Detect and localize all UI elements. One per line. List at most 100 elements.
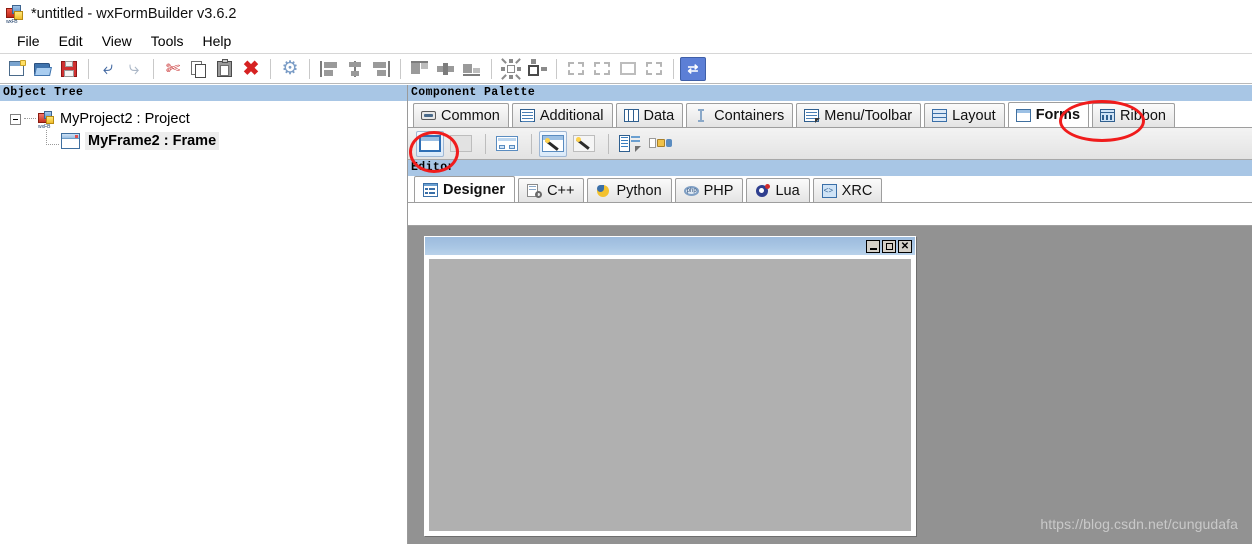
align-bottom-button[interactable] — [459, 56, 485, 82]
generate-code-button[interactable]: ⚙ — [277, 56, 303, 82]
expand-button[interactable] — [498, 56, 524, 82]
wxformbuilder-icon: wxFB — [6, 5, 24, 25]
close-button[interactable]: ✕ — [898, 239, 912, 253]
tree-connector — [24, 118, 36, 120]
undo-button[interactable]: ⤶ — [95, 56, 121, 82]
tree-node-label: MyFrame2 : Frame — [85, 132, 220, 150]
align-center-v-button[interactable] — [433, 56, 459, 82]
python-icon — [596, 184, 611, 198]
align-right-icon — [372, 60, 390, 77]
palette-tab-additional[interactable]: Additional — [511, 103, 613, 127]
tree-connector — [46, 129, 59, 145]
editor-tab-php[interactable]: php PHP — [674, 178, 744, 202]
palette-tab-label: Additional — [539, 107, 604, 124]
menu-item-edit[interactable]: Edit — [50, 31, 93, 51]
tree-node-project[interactable]: wxFB MyProject2 : Project — [0, 108, 407, 130]
palette-tab-label: Ribbon — [1120, 107, 1166, 124]
menu-item-help[interactable]: Help — [193, 31, 241, 51]
stretch-button[interactable] — [524, 56, 550, 82]
form-preview-window[interactable]: ✕ — [424, 236, 916, 536]
border-top-button[interactable] — [615, 56, 641, 82]
undo-arrow-icon: ⤶ — [102, 58, 114, 79]
list-icon — [519, 109, 535, 122]
palette-item-wx-dialog[interactable] — [493, 131, 521, 157]
object-tree-caption: Object Tree — [0, 85, 407, 101]
border-right-button[interactable] — [589, 56, 615, 82]
lua-icon — [755, 183, 771, 198]
open-project-button[interactable] — [30, 56, 56, 82]
align-left-icon — [320, 60, 338, 77]
align-center-h-button[interactable] — [342, 56, 368, 82]
align-bottom-icon — [463, 61, 481, 77]
toggle-orientation-button[interactable]: ⇄ — [680, 56, 706, 81]
palette-tab-data[interactable]: Data — [615, 103, 684, 127]
tree-node-frame[interactable]: MyFrame2 : Frame — [0, 129, 407, 152]
toolbar-separator — [153, 58, 154, 79]
toolbar-separator — [673, 58, 674, 79]
minimize-button[interactable] — [866, 239, 880, 253]
editor-tab-label: PHP — [703, 182, 734, 199]
editor-tabs: Designer C++ Python php PHP Lua <> XRC — [408, 176, 1252, 203]
main-split: Object Tree wxFB MyProject2 : Project My… — [0, 85, 1252, 544]
palette-item-wx-tool-bar-form[interactable] — [647, 131, 675, 157]
editor-tab-designer[interactable]: Designer — [414, 176, 516, 202]
title-bar: wxFB *untitled - wxFormBuilder v3.6.2 — [0, 0, 1252, 28]
editor-tab-python[interactable]: Python — [587, 178, 672, 202]
palette-separator — [608, 133, 609, 154]
border-left-button[interactable] — [563, 56, 589, 82]
palette-tab-layout[interactable]: Layout — [924, 103, 1005, 127]
border-bottom-button[interactable] — [641, 56, 667, 82]
editor-tab-lua[interactable]: Lua — [746, 178, 810, 202]
palette-item-wx-menu-bar-form[interactable] — [616, 131, 644, 157]
scissors-icon: ✄ — [165, 59, 181, 78]
designer-canvas[interactable]: ✕ https://blog.csdn.net/cungudafa — [408, 225, 1252, 544]
maximize-button[interactable] — [882, 239, 896, 253]
toolbar-separator — [309, 58, 310, 79]
palette-item-wx-panel-form[interactable] — [447, 131, 475, 157]
paste-button[interactable] — [212, 56, 238, 82]
editor-tab-label: C++ — [547, 182, 575, 199]
palette-item-wx-frame[interactable] — [416, 130, 444, 157]
align-left-button[interactable] — [316, 56, 342, 82]
object-tree-pane: Object Tree wxFB MyProject2 : Project My… — [0, 85, 408, 544]
paste-icon — [215, 58, 235, 79]
palette-tab-ribbon[interactable]: Ribbon — [1092, 103, 1175, 127]
palette-tab-menu-toolbar[interactable]: Menu/Toolbar — [796, 103, 922, 127]
menu-item-view[interactable]: View — [93, 31, 142, 51]
palette-item-wx-wizard-page[interactable] — [570, 131, 598, 157]
menu-bar: File Edit View Tools Help — [0, 28, 1252, 53]
editor-tab-xrc[interactable]: <> XRC — [812, 178, 883, 202]
redo-button[interactable]: ⤷ — [121, 56, 147, 82]
editor-tab-label: XRC — [841, 182, 873, 199]
menu-item-file[interactable]: File — [8, 31, 50, 51]
collapse-toggle-icon[interactable] — [10, 113, 21, 125]
copy-button[interactable] — [186, 56, 212, 82]
palette-tab-label: Layout — [952, 107, 996, 124]
cut-button[interactable]: ✄ — [160, 56, 186, 82]
palette-tab-forms[interactable]: Forms — [1007, 102, 1090, 127]
gear-icon: ⚙ — [281, 58, 299, 79]
designer-surface[interactable]: ✕ — [414, 231, 1242, 544]
border-left-icon — [568, 62, 584, 75]
object-tree[interactable]: wxFB MyProject2 : Project MyFrame2 : Fra… — [0, 101, 407, 152]
palette-tab-common[interactable]: Common — [413, 103, 509, 127]
palette-tab-label: Data — [643, 107, 675, 124]
palette-tab-containers[interactable]: Containers — [686, 103, 794, 127]
palette-item-wx-wizard[interactable] — [539, 130, 567, 157]
palette-tab-label: Common — [441, 107, 500, 124]
menu-item-tools[interactable]: Tools — [142, 31, 194, 51]
component-palette-tabs: Common Additional Data Containers Menu/T… — [408, 101, 1252, 127]
delete-button[interactable]: ✖ — [238, 56, 264, 82]
new-project-button[interactable] — [4, 56, 30, 82]
editor-tab-cpp[interactable]: C++ — [518, 178, 585, 202]
tree-node-label: MyProject2 : Project — [60, 111, 190, 127]
align-right-button[interactable] — [368, 56, 394, 82]
menubar-form-icon — [619, 135, 641, 152]
form-preview-client-area[interactable] — [429, 259, 911, 531]
editor-tab-label: Designer — [443, 181, 506, 198]
swap-arrows-icon: ⇄ — [687, 61, 699, 76]
ribbon-icon — [1100, 109, 1116, 122]
save-project-button[interactable] — [56, 56, 82, 82]
align-top-button[interactable] — [407, 56, 433, 82]
grid-icon — [623, 109, 639, 122]
